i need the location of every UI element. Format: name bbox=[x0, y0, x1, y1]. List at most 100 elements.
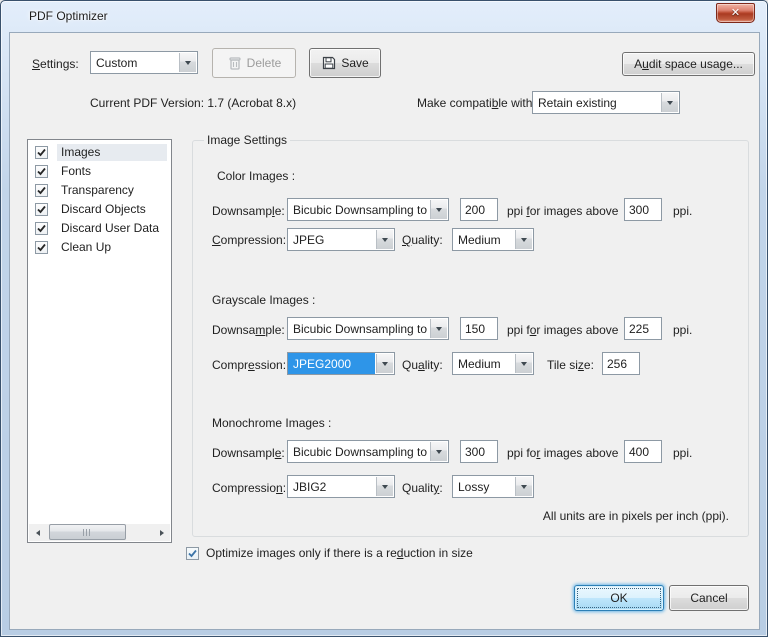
gray-quality-value: Medium bbox=[458, 356, 501, 371]
save-button-label: Save bbox=[341, 56, 369, 70]
list-item-discard-objects[interactable]: Discard Objects bbox=[29, 200, 170, 219]
list-item-clean-up[interactable]: Clean Up bbox=[29, 238, 170, 257]
color-downsample-select[interactable]: Bicubic Downsampling to bbox=[287, 198, 449, 221]
chevron-down-icon bbox=[515, 230, 532, 249]
check-icon bbox=[37, 224, 46, 233]
list-item-images[interactable]: Images bbox=[29, 143, 170, 162]
mono-compression-label: Compression: bbox=[212, 481, 287, 495]
grip-icon bbox=[83, 528, 93, 536]
color-downsample-label: Downsample: bbox=[212, 204, 285, 218]
gray-tile-size-input[interactable] bbox=[602, 352, 640, 375]
scroll-thumb[interactable] bbox=[49, 524, 127, 540]
color-quality-value: Medium bbox=[458, 232, 501, 247]
list-item-discard-user-data[interactable]: Discard User Data bbox=[29, 219, 170, 238]
mono-quality-select[interactable]: Lossy bbox=[452, 475, 534, 498]
mono-downsample-label: Downsample: bbox=[212, 446, 285, 460]
check-icon bbox=[37, 167, 46, 176]
options-listbox[interactable]: Images Fonts Transparency Discard Object… bbox=[27, 139, 172, 543]
checkbox-fonts[interactable] bbox=[35, 165, 48, 178]
arrow-right-icon bbox=[159, 529, 164, 536]
mono-downsample-select[interactable]: Bicubic Downsampling to bbox=[287, 440, 449, 463]
current-pdf-version-text: Current PDF Version: 1.7 (Acrobat 8.x) bbox=[90, 96, 297, 110]
mono-ppi-suffix: ppi. bbox=[673, 446, 693, 460]
scroll-track[interactable] bbox=[46, 524, 153, 541]
chevron-down-icon bbox=[179, 53, 196, 72]
list-item-label: Discard Objects bbox=[61, 202, 146, 216]
mono-compression-value: JBIG2 bbox=[293, 479, 327, 494]
mono-above-ppi-input[interactable] bbox=[624, 440, 662, 463]
window-title: PDF Optimizer bbox=[29, 9, 108, 23]
gray-downsample-select[interactable]: Bicubic Downsampling to bbox=[287, 317, 449, 340]
scroll-left-button[interactable] bbox=[29, 524, 46, 541]
chevron-down-icon bbox=[376, 230, 393, 249]
chevron-down-icon bbox=[515, 354, 532, 373]
check-icon bbox=[37, 148, 46, 157]
checkbox-discard-objects[interactable] bbox=[35, 203, 48, 216]
compatibility-select-value: Retain existing bbox=[538, 95, 617, 110]
gray-downsample-value: Bicubic Downsampling to bbox=[293, 321, 428, 336]
list-item-label: Images bbox=[57, 144, 167, 161]
close-icon: ✕ bbox=[730, 7, 741, 19]
settings-select[interactable]: Custom bbox=[90, 51, 198, 74]
pdf-optimizer-dialog: PDF Optimizer ✕ Settings: Custom Delete bbox=[0, 0, 768, 637]
chevron-down-icon bbox=[376, 477, 393, 496]
list-item-transparency[interactable]: Transparency bbox=[29, 181, 170, 200]
color-downsample-value: Bicubic Downsampling to bbox=[293, 202, 428, 217]
checkbox-images[interactable] bbox=[35, 146, 48, 159]
audit-space-usage-button[interactable]: Audit space usage... bbox=[622, 52, 755, 76]
scroll-right-button[interactable] bbox=[153, 524, 170, 541]
list-item-label: Clean Up bbox=[61, 240, 112, 254]
gray-quality-label: Quality: bbox=[402, 358, 443, 372]
save-floppy-icon bbox=[323, 56, 336, 70]
trash-icon bbox=[229, 57, 241, 70]
ok-button[interactable]: OK bbox=[574, 585, 664, 611]
gray-tile-size-label: Tile size: bbox=[547, 358, 594, 372]
mono-ppi-input[interactable] bbox=[460, 440, 498, 463]
checkbox-clean-up[interactable] bbox=[35, 241, 48, 254]
monochrome-images-heading: Monochrome Images : bbox=[212, 416, 332, 430]
check-icon bbox=[37, 243, 46, 252]
cancel-button-label: Cancel bbox=[690, 591, 728, 605]
gray-compression-label: Compression: bbox=[212, 358, 287, 372]
gray-downsample-label: Downsample: bbox=[212, 323, 285, 337]
color-compression-value: JPEG bbox=[293, 232, 325, 247]
gray-above-ppi-input[interactable] bbox=[624, 317, 662, 340]
cancel-button[interactable]: Cancel bbox=[669, 585, 749, 611]
delete-button[interactable]: Delete bbox=[212, 48, 296, 78]
gray-compression-select[interactable]: JPEG2000 bbox=[287, 352, 395, 375]
checkbox-transparency[interactable] bbox=[35, 184, 48, 197]
mono-downsample-value: Bicubic Downsampling to bbox=[293, 444, 428, 459]
chevron-down-icon bbox=[430, 319, 447, 338]
gray-ppi-suffix: ppi. bbox=[673, 323, 693, 337]
checkbox-discard-user-data[interactable] bbox=[35, 222, 48, 235]
mono-quality-value: Lossy bbox=[458, 479, 490, 494]
chevron-down-icon bbox=[430, 442, 447, 461]
color-above-ppi-input[interactable] bbox=[624, 198, 662, 221]
gray-ppi-input[interactable] bbox=[460, 317, 498, 340]
compatibility-select[interactable]: Retain existing bbox=[532, 91, 680, 114]
gray-quality-select[interactable]: Medium bbox=[452, 352, 534, 375]
listbox-hscrollbar[interactable] bbox=[29, 524, 170, 541]
make-compatible-label: Make compatible with: bbox=[417, 96, 536, 110]
chevron-down-icon bbox=[515, 477, 532, 496]
gray-above-label: ppi for images above bbox=[507, 323, 619, 337]
color-above-label: ppi for images above bbox=[507, 204, 619, 218]
close-button[interactable]: ✕ bbox=[716, 3, 755, 23]
title-bar[interactable]: PDF Optimizer ✕ bbox=[1, 1, 767, 32]
color-compression-label: Compression: bbox=[212, 233, 287, 247]
list-item-label: Transparency bbox=[61, 183, 134, 197]
list-item-fonts[interactable]: Fonts bbox=[29, 162, 170, 181]
optimize-checkbox[interactable] bbox=[186, 547, 199, 560]
check-icon bbox=[37, 205, 46, 214]
mono-compression-select[interactable]: JBIG2 bbox=[287, 475, 395, 498]
settings-label: Settings: bbox=[32, 57, 79, 71]
color-compression-select[interactable]: JPEG bbox=[287, 228, 395, 251]
mono-above-label: ppi for images above bbox=[507, 446, 619, 460]
save-button[interactable]: Save bbox=[309, 48, 381, 78]
settings-select-value: Custom bbox=[96, 55, 138, 70]
color-quality-select[interactable]: Medium bbox=[452, 228, 534, 251]
audit-button-label: Audit space usage... bbox=[634, 57, 743, 71]
chevron-down-icon bbox=[376, 354, 393, 373]
color-ppi-input[interactable] bbox=[460, 198, 498, 221]
units-note: All units are in pixels per inch (ppi). bbox=[542, 509, 729, 523]
